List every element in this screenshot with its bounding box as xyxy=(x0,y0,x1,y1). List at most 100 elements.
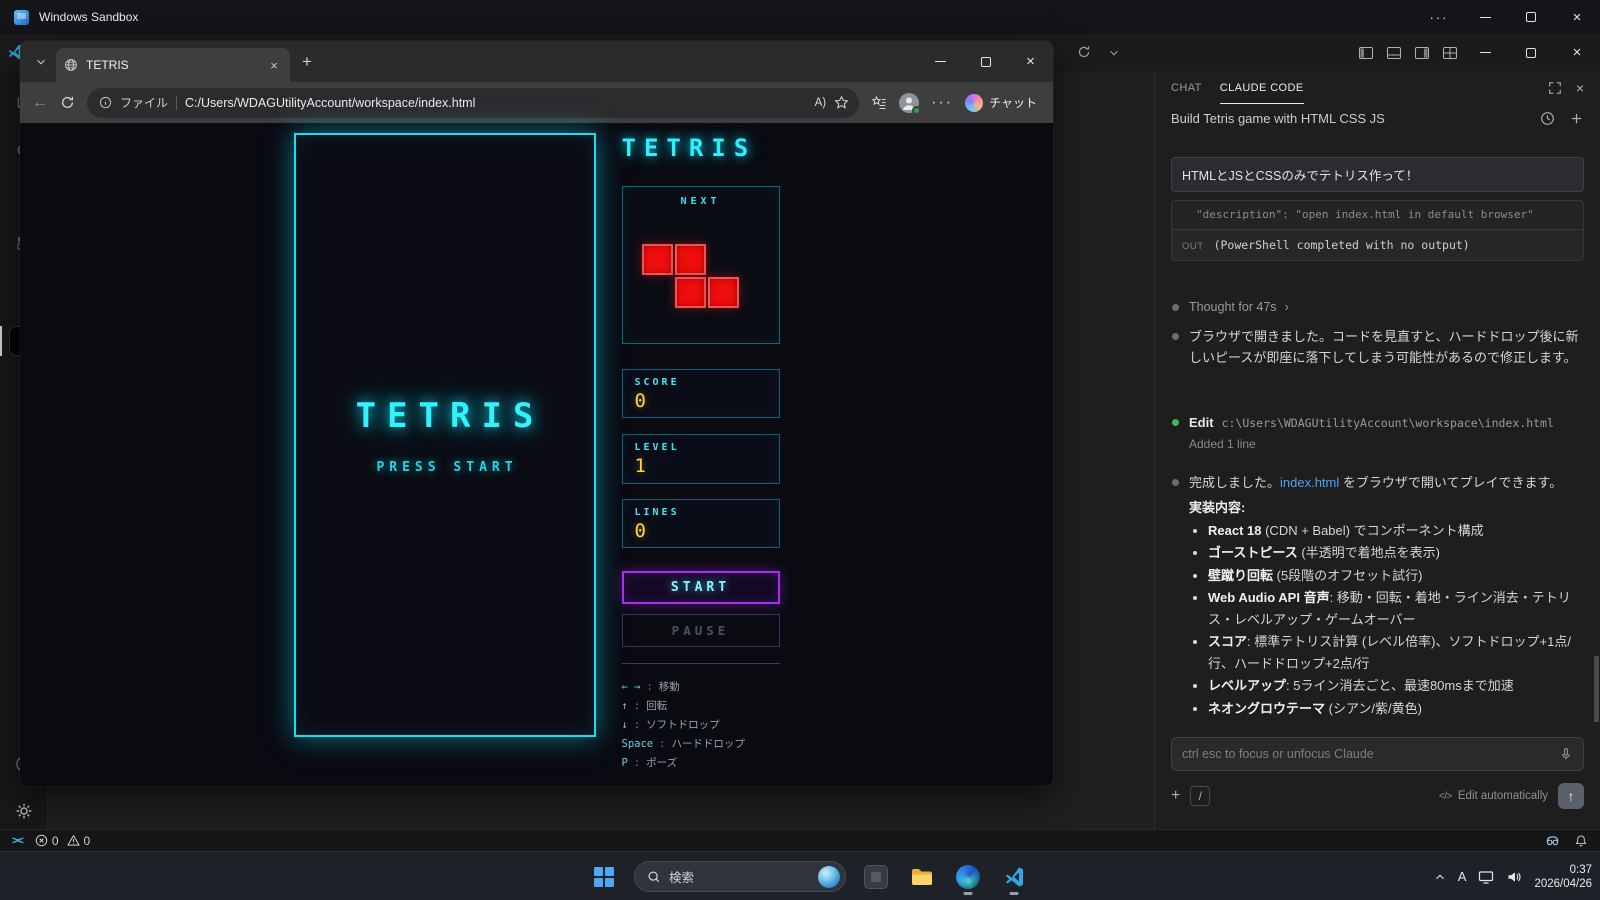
back-button[interactable]: ← xyxy=(32,94,48,112)
tab-claude-code[interactable]: CLAUDE CODE xyxy=(1220,71,1304,104)
info-icon[interactable] xyxy=(99,96,112,109)
edit-mode-toggle[interactable]: </> Edit automatically xyxy=(1439,790,1548,802)
bell-icon[interactable] xyxy=(1574,834,1588,848)
attach-plus-icon[interactable]: + xyxy=(1171,787,1180,805)
game-layout: TETRIS PRESS START TETRIS NEXT SCORE 0 L… xyxy=(20,133,1053,773)
warning-count: 0 xyxy=(83,833,91,848)
tool-output-row: OUT (PowerShell completed with no output… xyxy=(1172,228,1583,260)
profile-avatar[interactable] xyxy=(899,92,922,115)
taskbar-search[interactable]: 検索 xyxy=(634,861,846,892)
controls-legend: ← →: 移動 ↑: 回転 ↓: ソフトドロップ Space: ハードドロップ P: ポー… xyxy=(622,678,780,773)
start-button[interactable]: START xyxy=(621,571,780,604)
warning-icon xyxy=(66,834,80,847)
index-html-link[interactable]: index.html xyxy=(1280,475,1339,490)
volume-icon[interactable] xyxy=(1506,869,1522,885)
output-label: OUT xyxy=(1182,240,1204,252)
sandbox-close-button[interactable]: × xyxy=(1554,0,1600,34)
copilot-chat-button[interactable]: チャット xyxy=(965,93,1037,112)
sync-refresh-icon[interactable] xyxy=(1077,45,1091,59)
user-prompt-message: HTMLとJSとCSSのみでテトリス作って！ xyxy=(1171,157,1584,192)
tab-search-chevron-icon[interactable] xyxy=(30,51,52,73)
start-button[interactable] xyxy=(584,857,624,897)
board-title: TETRIS xyxy=(355,395,545,436)
read-aloud-icon[interactable]: A) xyxy=(815,97,827,109)
search-highlight-icon[interactable] xyxy=(818,865,840,888)
problems-indicator[interactable]: 0 0 xyxy=(35,834,90,848)
running-indicator xyxy=(963,891,973,895)
slash-command-icon[interactable]: / xyxy=(1190,786,1211,806)
toggle-sidebar-right-icon[interactable] xyxy=(1414,45,1430,61)
ime-indicator[interactable]: A xyxy=(1458,869,1467,884)
settings-gear-icon[interactable] xyxy=(15,802,33,820)
tool-result-block: "description": "open index.html in defau… xyxy=(1171,200,1584,261)
browser-more-options-icon[interactable]: ··· xyxy=(931,94,953,112)
edge-maximize-button[interactable] xyxy=(963,41,1008,82)
claude-input[interactable] xyxy=(1182,747,1551,761)
control-row: ↑: 回転 xyxy=(621,700,668,712)
level-box: LEVEL 1 xyxy=(621,434,780,484)
sandbox-minimize-button[interactable] xyxy=(1462,0,1508,34)
tool-code-line: "description": "open index.html in defau… xyxy=(1196,208,1534,221)
impl-item: レベルアップ: 5ライン消去ごと、最速80msまで加速 xyxy=(1208,675,1584,697)
vscode-statusbar: >< 0 0 xyxy=(0,829,1600,851)
customize-layout-icon[interactable] xyxy=(1442,45,1458,61)
game-title: TETRIS xyxy=(621,134,757,162)
maximize-icon xyxy=(1526,12,1536,22)
error-icon xyxy=(35,834,48,847)
browser-tab[interactable]: TETRIS × xyxy=(56,48,290,82)
tab-close-icon[interactable]: × xyxy=(266,58,282,73)
conversation-scroll-area: HTMLとJSとCSSのみでテトリス作って！ "description": "o… xyxy=(1155,135,1600,737)
vscode-maximize-button[interactable] xyxy=(1508,34,1554,71)
address-bar[interactable]: ファイル C:/Users/WDAGUtilityAccount/workspa… xyxy=(87,87,860,118)
new-chat-icon[interactable] xyxy=(1569,111,1584,126)
code-tag-icon: </> xyxy=(1438,790,1452,802)
assistant-message: ブラウザで開きました。コードを見直すと、ハードドロップ後に新しいピースが即座に落… xyxy=(1171,326,1584,368)
mic-icon[interactable] xyxy=(1559,747,1573,761)
chevron-down-icon[interactable] xyxy=(1108,47,1120,59)
pause-button[interactable]: PAUSE xyxy=(621,614,780,647)
network-icon[interactable] xyxy=(1478,869,1494,885)
favorite-star-icon[interactable] xyxy=(834,95,849,110)
vscode-minimize-button[interactable] xyxy=(1462,34,1508,71)
toggle-sidebar-left-icon[interactable] xyxy=(1358,45,1374,61)
impl-item: ネオングロウテーマ (シアン/紫/黄色) xyxy=(1208,698,1584,720)
edge-minimize-button[interactable] xyxy=(918,41,963,82)
history-icon[interactable] xyxy=(1540,111,1555,126)
new-tab-icon[interactable]: + xyxy=(302,52,312,72)
assistant-message-text: をブラウザで開いてプレイできます。 xyxy=(1339,474,1563,490)
close-panel-icon[interactable]: × xyxy=(1576,80,1584,96)
thought-row[interactable]: Thought for 47s › xyxy=(1171,297,1584,318)
address-scheme-chip: ファイル xyxy=(120,96,169,110)
edge-taskbar-button[interactable] xyxy=(948,857,988,897)
vscode-close-button[interactable]: × xyxy=(1554,34,1600,71)
folder-icon xyxy=(910,865,934,889)
copilot-status-icon[interactable] xyxy=(1545,834,1560,847)
refresh-button[interactable] xyxy=(60,95,75,110)
statusbar-right xyxy=(1545,834,1588,848)
expand-panel-icon[interactable] xyxy=(1548,81,1562,95)
favorites-hub-icon[interactable] xyxy=(871,95,887,111)
file-explorer-button[interactable] xyxy=(902,857,942,897)
taskbar-app-button[interactable] xyxy=(856,857,896,897)
maximize-icon xyxy=(980,56,991,67)
edge-close-button[interactable]: × xyxy=(1008,41,1053,82)
toggle-panel-icon[interactable] xyxy=(1386,45,1402,61)
address-url: C:/Users/WDAGUtilityAccount/workspace/in… xyxy=(185,95,476,110)
edit-label: Edit xyxy=(1189,414,1214,430)
tab-chat[interactable]: CHAT xyxy=(1171,71,1202,104)
sandbox-more-options-icon[interactable]: ··· xyxy=(1416,0,1462,34)
sandbox-maximize-button[interactable] xyxy=(1508,0,1554,34)
tray-chevron-up-icon[interactable] xyxy=(1434,871,1446,883)
vscode-taskbar-button[interactable] xyxy=(994,857,1034,897)
assistant-message-text: 完成しました。 xyxy=(1189,474,1281,490)
impl-item: Web Audio API 音声: 移動・回転・着地・ライン消去・テトリス・レベ… xyxy=(1208,587,1584,630)
edited-file-path[interactable]: c:\Users\WDAGUtilityAccount\workspace\in… xyxy=(1222,416,1554,430)
panel-scrollbar-thumb[interactable] xyxy=(1594,656,1599,722)
send-button[interactable]: ↑ xyxy=(1558,783,1584,809)
search-placeholder: 検索 xyxy=(669,871,695,885)
tab-title: TETRIS xyxy=(86,58,129,72)
remote-indicator-icon[interactable]: >< xyxy=(12,835,24,847)
tray-clock[interactable]: 0:37 2026/04/26 xyxy=(1534,863,1592,891)
edge-window-controls: × xyxy=(918,41,1053,82)
panel-header-icons: × xyxy=(1548,71,1584,104)
